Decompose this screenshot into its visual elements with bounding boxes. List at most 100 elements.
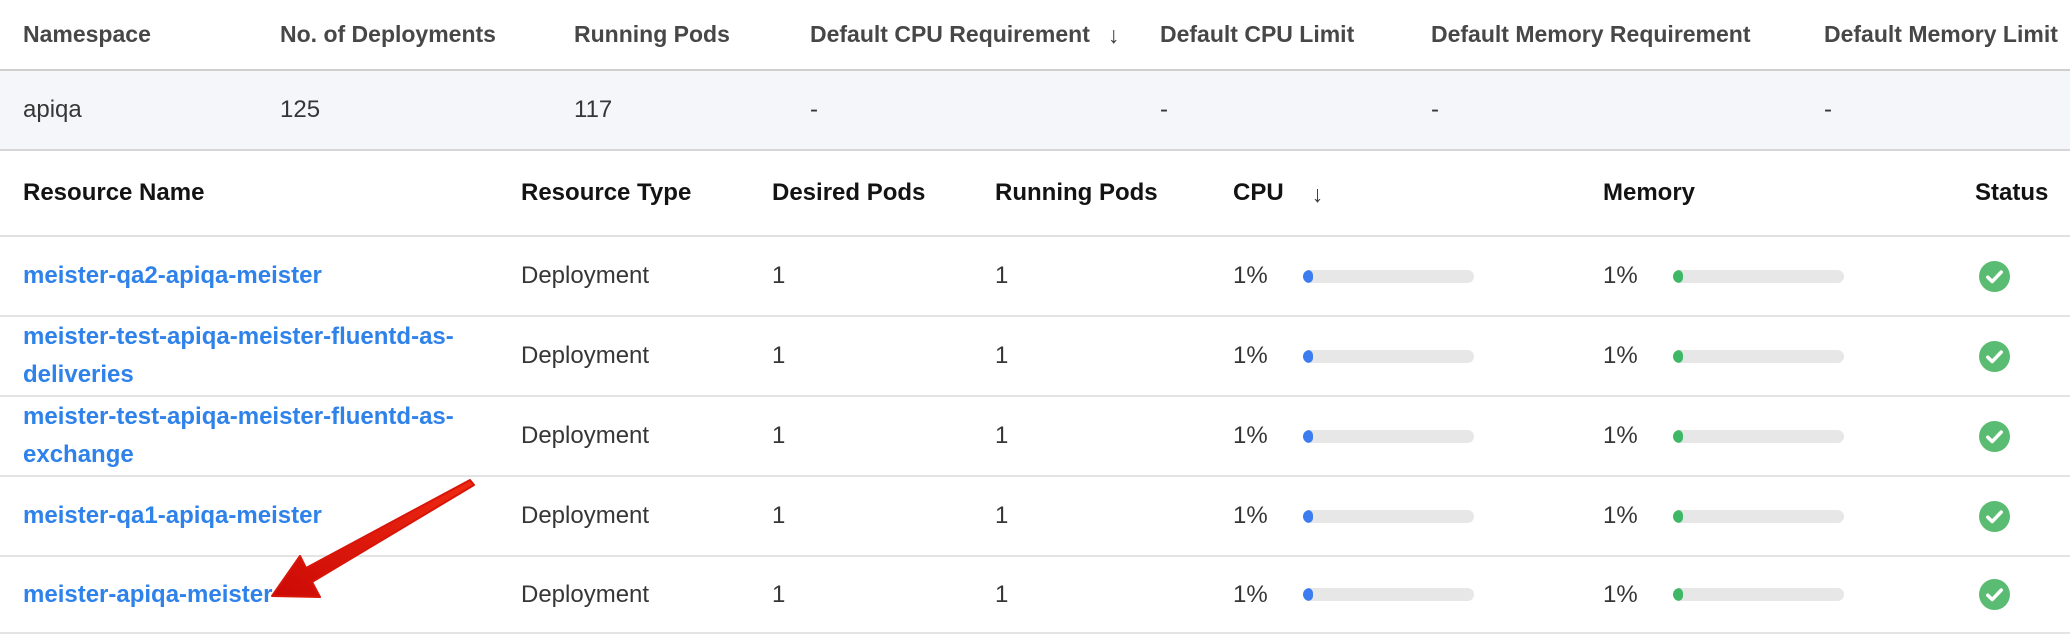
column-header-default-cpu-requirement[interactable]: Default CPU Requirement ↓	[810, 21, 1160, 48]
column-header-label: Status	[1975, 179, 2048, 207]
resource-link[interactable]: meister-qa1-apiqa-meister	[23, 502, 322, 529]
cpu-percent: 1%	[1233, 422, 1303, 450]
cpu-progress-bar	[1303, 270, 1474, 283]
column-header-label: No. of Deployments	[280, 21, 496, 48]
cpu-percent: 1%	[1233, 581, 1303, 609]
resource-table-header: Resource Name Resource Type Desired Pods…	[0, 151, 2070, 237]
resource-link[interactable]: meister-test-apiqa-meister-fluentd-as-de…	[23, 323, 454, 388]
cpu-progress-fill	[1303, 588, 1313, 601]
status-cell	[1975, 579, 2070, 610]
column-header-label: Running Pods	[995, 179, 1158, 207]
status-cell	[1975, 501, 2070, 532]
resource-link[interactable]: meister-test-apiqa-meister-fluentd-as-ex…	[23, 403, 454, 468]
status-cell	[1975, 261, 2070, 292]
running-pods-value: 1	[995, 502, 1233, 530]
default-memory-requirement-value: -	[1431, 96, 1824, 124]
column-header-no-of-deployments[interactable]: No. of Deployments	[280, 21, 574, 48]
running-pods-value: 1	[995, 422, 1233, 450]
namespace-deployments-view: Namespace No. of Deployments Running Pod…	[0, 0, 2070, 642]
column-header-default-memory-limit[interactable]: Default Memory Limit	[1824, 21, 2070, 48]
column-header-running-pods[interactable]: Running Pods	[995, 179, 1233, 207]
resource-row: meister-test-apiqa-meister-fluentd-as-de…	[0, 317, 2070, 397]
column-header-status[interactable]: Status	[1975, 179, 2070, 207]
resource-row: meister-qa2-apiqa-meister Deployment 1 1…	[0, 237, 2070, 317]
column-header-resource-type[interactable]: Resource Type	[521, 179, 772, 207]
column-header-resource-name[interactable]: Resource Name	[23, 179, 521, 207]
column-header-desired-pods[interactable]: Desired Pods	[772, 179, 995, 207]
cpu-percent: 1%	[1233, 342, 1303, 370]
running-pods-value: 1	[995, 581, 1233, 609]
cpu-percent: 1%	[1233, 502, 1303, 530]
column-header-cpu[interactable]: CPU ↓	[1233, 179, 1603, 207]
cpu-progress-fill	[1303, 270, 1313, 283]
memory-progress-bar	[1673, 510, 1844, 523]
default-cpu-limit-value: -	[1160, 96, 1431, 124]
column-header-label: Default CPU Limit	[1160, 21, 1354, 48]
memory-percent: 1%	[1603, 502, 1673, 530]
default-cpu-requirement-value: -	[810, 96, 1160, 124]
column-header-label: Namespace	[23, 21, 151, 48]
memory-metric-cell: 1%	[1603, 422, 1975, 450]
running-pods-value: 1	[995, 262, 1233, 290]
status-cell	[1975, 421, 2070, 452]
resource-name-cell: meister-apiqa-meister	[23, 576, 521, 614]
column-header-label: Memory	[1603, 179, 1695, 207]
cpu-progress-bar	[1303, 350, 1474, 363]
cpu-percent: 1%	[1233, 262, 1303, 290]
column-header-label: Desired Pods	[772, 179, 925, 207]
status-healthy-icon	[1979, 579, 2010, 610]
resource-link[interactable]: meister-apiqa-meister	[23, 581, 272, 608]
memory-progress-bar	[1673, 270, 1844, 283]
memory-metric-cell: 1%	[1603, 502, 1975, 530]
desired-pods-value: 1	[772, 342, 995, 370]
running-pods-count: 117	[574, 96, 810, 124]
resource-type: Deployment	[521, 262, 772, 290]
resource-row: meister-apiqa-meister Deployment 1 1 1% …	[0, 557, 2070, 634]
cpu-metric-cell: 1%	[1233, 262, 1603, 290]
column-header-default-memory-requirement[interactable]: Default Memory Requirement	[1431, 21, 1824, 48]
memory-metric-cell: 1%	[1603, 262, 1975, 290]
resource-type: Deployment	[521, 342, 772, 370]
desired-pods-value: 1	[772, 581, 995, 609]
desired-pods-value: 1	[772, 422, 995, 450]
column-header-label: Running Pods	[574, 21, 730, 48]
column-header-default-cpu-limit[interactable]: Default CPU Limit	[1160, 21, 1431, 48]
column-header-namespace[interactable]: Namespace	[23, 21, 280, 48]
memory-progress-fill	[1673, 350, 1683, 363]
status-healthy-icon	[1979, 341, 2010, 372]
column-header-label: Resource Type	[521, 179, 691, 207]
column-header-label: Default Memory Limit	[1824, 21, 2058, 48]
memory-progress-bar	[1673, 430, 1844, 443]
resource-type: Deployment	[521, 581, 772, 609]
namespace-table-header: Namespace No. of Deployments Running Pod…	[0, 0, 2070, 71]
memory-metric-cell: 1%	[1603, 581, 1975, 609]
memory-progress-fill	[1673, 270, 1683, 283]
column-header-running-pods[interactable]: Running Pods	[574, 21, 810, 48]
default-memory-limit-value: -	[1824, 96, 2070, 124]
column-header-label: Default CPU Requirement	[810, 21, 1090, 48]
resource-link[interactable]: meister-qa2-apiqa-meister	[23, 262, 322, 289]
deployments-count: 125	[280, 96, 574, 124]
namespace-row-apiqa[interactable]: apiqa 125 117 - - - -	[0, 71, 2070, 151]
memory-percent: 1%	[1603, 342, 1673, 370]
memory-metric-cell: 1%	[1603, 342, 1975, 370]
cpu-progress-fill	[1303, 430, 1313, 443]
sort-descending-icon[interactable]: ↓	[1312, 181, 1324, 208]
resource-name-cell: meister-qa2-apiqa-meister	[23, 257, 521, 295]
memory-progress-fill	[1673, 430, 1683, 443]
column-header-memory[interactable]: Memory	[1603, 179, 1975, 207]
cpu-progress-bar	[1303, 588, 1474, 601]
column-header-label: Default Memory Requirement	[1431, 21, 1751, 48]
desired-pods-value: 1	[772, 502, 995, 530]
memory-percent: 1%	[1603, 262, 1673, 290]
desired-pods-value: 1	[772, 262, 995, 290]
cpu-metric-cell: 1%	[1233, 422, 1603, 450]
cpu-metric-cell: 1%	[1233, 581, 1603, 609]
sort-descending-icon[interactable]: ↓	[1108, 22, 1120, 49]
resource-name-cell: meister-test-apiqa-meister-fluentd-as-ex…	[23, 398, 521, 474]
memory-progress-bar	[1673, 588, 1844, 601]
memory-progress-fill	[1673, 510, 1683, 523]
memory-percent: 1%	[1603, 581, 1673, 609]
resource-type: Deployment	[521, 502, 772, 530]
memory-progress-fill	[1673, 588, 1683, 601]
